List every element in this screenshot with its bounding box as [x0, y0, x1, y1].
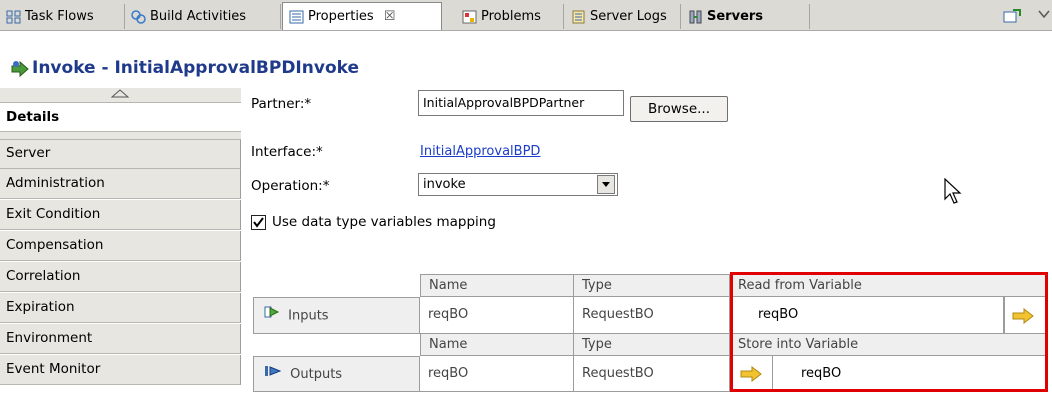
tab-label: Properties [308, 9, 374, 24]
operation-label: Operation:* [251, 178, 330, 194]
outputs-name-cell: reqBO [420, 356, 574, 392]
browse-button[interactable]: Browse... [630, 96, 728, 122]
task-flows-icon [6, 10, 21, 24]
outputs-icon [264, 357, 282, 391]
view-menu-icon[interactable] [1038, 8, 1050, 23]
outputs-row-label: Outputs [253, 356, 420, 392]
tab-problems[interactable]: Problems [456, 4, 564, 29]
nav-item-compensation[interactable]: Compensation [0, 231, 241, 261]
inputs-icon [264, 298, 280, 333]
nav-item-correlation[interactable]: Correlation [0, 262, 241, 292]
nav-item-exit-condition[interactable]: Exit Condition [0, 200, 241, 230]
servers-icon [688, 10, 703, 24]
inputs-name-header: Name [420, 274, 574, 297]
page-title: Invoke - InitialApprovalBPDInvoke [32, 58, 360, 78]
use-data-type-label: Use data type variables mapping [272, 214, 496, 230]
nav-item-administration[interactable]: Administration [0, 169, 241, 199]
close-icon[interactable]: ☒ [384, 9, 396, 24]
operation-select[interactable]: invoke [418, 173, 618, 196]
nav-item-expiration[interactable]: Expiration [0, 293, 241, 323]
tab-label: Problems [481, 9, 541, 24]
outputs-type-header: Type [574, 334, 730, 356]
build-activities-icon [131, 9, 146, 24]
mouse-cursor-icon [944, 177, 962, 210]
use-data-type-checkbox[interactable] [251, 215, 266, 230]
tab-label: Build Activities [150, 9, 247, 24]
inputs-type-header: Type [574, 274, 730, 297]
minimize-view-icon[interactable] [1003, 8, 1023, 28]
inputs-type-cell: RequestBO [574, 297, 730, 334]
outputs-type-cell: RequestBO [574, 356, 730, 392]
partner-label: Partner:* [251, 96, 312, 112]
properties-icon [289, 10, 304, 24]
nav-scroll-up[interactable] [0, 88, 241, 103]
nav-divider [0, 132, 241, 140]
tab-task-flows[interactable]: Task Flows [0, 4, 125, 29]
tab-servers[interactable]: Servers [682, 4, 810, 29]
outputs-name-header: Name [420, 334, 574, 356]
tab-label: Servers [707, 9, 764, 24]
highlight-box [730, 272, 1048, 392]
problems-icon [462, 10, 477, 24]
chevron-down-icon[interactable] [597, 175, 615, 194]
tab-build-activities[interactable]: Build Activities [125, 4, 281, 29]
nav-item-event-monitor[interactable]: Event Monitor [0, 355, 241, 385]
inputs-name-cell: reqBO [420, 297, 574, 334]
tab-server-logs[interactable]: Server Logs [565, 4, 681, 29]
server-logs-icon [571, 10, 586, 24]
tab-label: Task Flows [25, 9, 94, 24]
tab-label: Server Logs [590, 9, 667, 24]
interface-label: Interface:* [251, 144, 323, 160]
nav-item-details[interactable]: Details [0, 103, 241, 132]
inputs-row-label: Inputs [253, 297, 420, 334]
view-tab-bar: Task Flows Build Activities Properties ☒… [0, 0, 1052, 31]
tab-properties[interactable]: Properties ☒ [282, 2, 442, 30]
nav-item-environment[interactable]: Environment [0, 324, 241, 354]
nav-item-server[interactable]: Server [0, 139, 241, 169]
interface-link[interactable]: InitialApprovalBPD [420, 144, 540, 159]
partner-field[interactable]: InitialApprovalBPDPartner [418, 90, 624, 116]
invoke-activity-icon [10, 60, 30, 82]
